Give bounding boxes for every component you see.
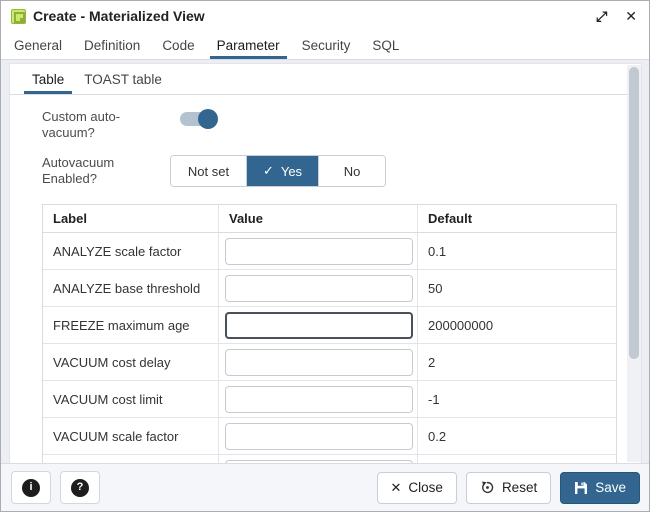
footer-bar: i ? ✕ Close Reset (1, 463, 649, 511)
param-value-input[interactable] (225, 238, 413, 265)
param-value-cell (219, 455, 418, 463)
param-label: VACUUM base threshold (43, 455, 219, 463)
tab-sql[interactable]: SQL (361, 31, 410, 59)
table-row: VACUUM cost limit -1 (43, 381, 616, 418)
yes-label: Yes (281, 164, 302, 179)
param-value-cell (219, 344, 418, 380)
sub-tab-bar: Table TOAST table (10, 64, 641, 95)
param-value-cell (219, 233, 418, 269)
custom-autovacuum-toggle[interactable] (180, 109, 218, 129)
param-default: 50 (418, 270, 618, 306)
param-value-input[interactable] (225, 275, 413, 302)
param-default: 0.2 (418, 418, 618, 454)
param-label: ANALYZE base threshold (43, 270, 219, 306)
column-header-default: Default (418, 205, 618, 232)
param-value-input[interactable] (225, 349, 413, 376)
maximize-icon[interactable]: ⤢ (596, 9, 607, 23)
tab-parameter[interactable]: Parameter (206, 31, 291, 59)
autovacuum-no-button[interactable]: No (319, 156, 385, 186)
param-value-input[interactable] (225, 423, 413, 450)
materialized-view-icon (11, 9, 26, 24)
dialog-help-button[interactable]: ? (60, 471, 100, 504)
custom-autovacuum-label: Custom auto-vacuum? (42, 107, 170, 141)
param-label: VACUUM cost limit (43, 381, 219, 417)
dialog-body: Table TOAST table Custom auto-vacuum? Au… (1, 60, 649, 463)
param-default: -1 (418, 381, 618, 417)
tab-security[interactable]: Security (291, 31, 362, 59)
param-value-cell (219, 270, 418, 306)
toggle-knob (198, 109, 218, 129)
parameter-panel: Table TOAST table Custom auto-vacuum? Au… (9, 63, 642, 463)
save-button-label: Save (595, 480, 626, 495)
autovacuum-form: Custom auto-vacuum? Autovacuum Enabled? … (10, 95, 641, 187)
column-header-value: Value (219, 205, 418, 232)
param-value-input-focused[interactable] (225, 312, 413, 339)
table-row: VACUUM cost delay 2 (43, 344, 616, 381)
table-row: FREEZE maximum age 200000000 (43, 307, 616, 344)
param-default: 0.1 (418, 233, 618, 269)
floppy-disk-icon (574, 481, 588, 495)
sql-help-button[interactable]: i (11, 471, 51, 504)
tab-code[interactable]: Code (151, 31, 205, 59)
save-button[interactable]: Save (560, 472, 640, 504)
question-icon: ? (71, 479, 89, 497)
tab-general[interactable]: General (3, 31, 73, 59)
tab-definition[interactable]: Definition (73, 31, 151, 59)
reset-button-label: Reset (502, 480, 537, 495)
main-tab-bar: General Definition Code Parameter Securi… (1, 31, 649, 60)
subtab-table[interactable]: Table (22, 64, 74, 94)
param-value-input[interactable] (225, 460, 413, 464)
param-default: 200000000 (418, 307, 618, 343)
dialog-title: Create - Materialized View (33, 8, 205, 24)
param-value-cell (219, 307, 418, 343)
table-header-row: Label Value Default (43, 205, 616, 233)
param-label: VACUUM cost delay (43, 344, 219, 380)
reset-button[interactable]: Reset (466, 472, 551, 504)
param-default: 50 (418, 455, 618, 463)
reset-icon (480, 480, 495, 495)
check-icon: ✓ (263, 163, 274, 179)
table-row: ANALYZE scale factor 0.1 (43, 233, 616, 270)
table-row: ANALYZE base threshold 50 (43, 270, 616, 307)
param-value-input[interactable] (225, 386, 413, 413)
close-icon[interactable]: ✕ (625, 9, 637, 23)
autovacuum-not-set-button[interactable]: Not set (171, 156, 247, 186)
param-label: FREEZE maximum age (43, 307, 219, 343)
param-default: 2 (418, 344, 618, 380)
param-label: VACUUM scale factor (43, 418, 219, 454)
param-value-cell (219, 381, 418, 417)
autovacuum-enabled-label: Autovacuum Enabled? (42, 153, 170, 187)
autovacuum-enabled-group: Not set ✓ Yes No (170, 155, 386, 187)
scrollbar-thumb[interactable] (629, 67, 639, 359)
param-value-cell (219, 418, 418, 454)
column-header-label: Label (43, 205, 219, 232)
title-bar: Create - Materialized View ⤢ ✕ (1, 1, 649, 31)
autovacuum-yes-button[interactable]: ✓ Yes (247, 156, 319, 186)
parameters-table: Label Value Default ANALYZE scale factor… (42, 204, 617, 463)
table-row: VACUUM scale factor 0.2 (43, 418, 616, 455)
table-row: VACUUM base threshold 50 (43, 455, 616, 463)
vertical-scrollbar[interactable] (627, 65, 641, 462)
close-button-label: Close (408, 480, 443, 495)
param-label: ANALYZE scale factor (43, 233, 219, 269)
close-button[interactable]: ✕ Close (377, 472, 457, 504)
info-icon: i (22, 479, 40, 497)
create-materialized-view-dialog: Create - Materialized View ⤢ ✕ General D… (0, 0, 650, 512)
subtab-toast-table[interactable]: TOAST table (74, 64, 172, 94)
close-x-icon: ✕ (391, 480, 402, 496)
